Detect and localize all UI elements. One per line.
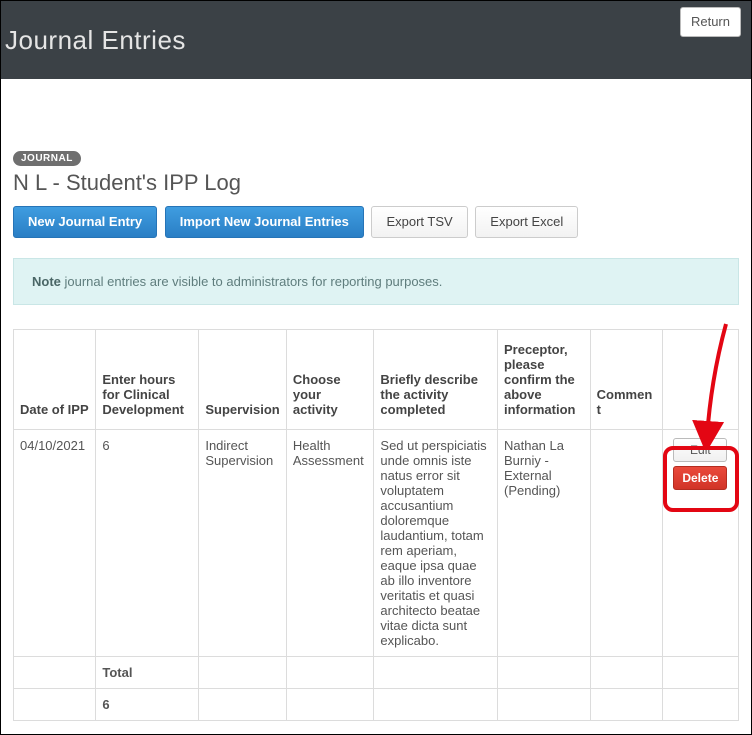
page-title: N L - Student's IPP Log: [13, 170, 739, 196]
cell-comment: [590, 429, 662, 656]
col-description-header: Briefly describe the activity completed: [374, 329, 498, 429]
new-journal-entry-button[interactable]: New Journal Entry: [13, 206, 157, 238]
note-text: journal entries are visible to administr…: [61, 274, 443, 289]
page-header-title: Journal Entries: [5, 25, 186, 56]
return-button[interactable]: Return: [680, 7, 741, 37]
col-hours-header: Enter hours for Clinical Development: [96, 329, 199, 429]
table-total-label-row: Total: [14, 656, 739, 688]
cell-description: Sed ut perspiciatis unde omnis iste natu…: [374, 429, 498, 656]
col-supervision-header: Supervision: [199, 329, 287, 429]
top-bar: Journal Entries Return: [1, 1, 751, 79]
delete-button[interactable]: Delete: [673, 466, 727, 490]
cell-hours: 6: [96, 429, 199, 656]
table-total-value-row: 6: [14, 688, 739, 720]
note-label: Note: [32, 274, 61, 289]
import-journal-entries-button[interactable]: Import New Journal Entries: [165, 206, 364, 238]
cell-date: 04/10/2021: [14, 429, 96, 656]
col-actions-header: [662, 329, 738, 429]
total-hours: 6: [96, 688, 199, 720]
journal-pill: JOURNAL: [13, 151, 81, 166]
edit-button[interactable]: Edit: [673, 438, 727, 462]
cell-actions: Edit Delete: [662, 429, 738, 656]
table-header-row: Date of IPP Enter hours for Clinical Dev…: [14, 329, 739, 429]
export-excel-button[interactable]: Export Excel: [475, 206, 578, 238]
journal-entries-table: Date of IPP Enter hours for Clinical Dev…: [13, 329, 739, 721]
export-tsv-button[interactable]: Export TSV: [371, 206, 467, 238]
col-date-header: Date of IPP: [14, 329, 96, 429]
total-label: Total: [96, 656, 199, 688]
action-toolbar: New Journal Entry Import New Journal Ent…: [13, 206, 739, 238]
col-activity-header: Choose your activity: [286, 329, 374, 429]
note-box: Note journal entries are visible to admi…: [13, 258, 739, 305]
cell-supervision: Indirect Supervision: [199, 429, 287, 656]
table-row: 04/10/2021 6 Indirect Supervision Health…: [14, 429, 739, 656]
col-preceptor-header: Preceptor, please confirm the above info…: [497, 329, 590, 429]
cell-activity: Health Assessment: [286, 429, 374, 656]
col-comment-header: Comment: [590, 329, 662, 429]
cell-preceptor: Nathan La Burniy - External (Pending): [497, 429, 590, 656]
